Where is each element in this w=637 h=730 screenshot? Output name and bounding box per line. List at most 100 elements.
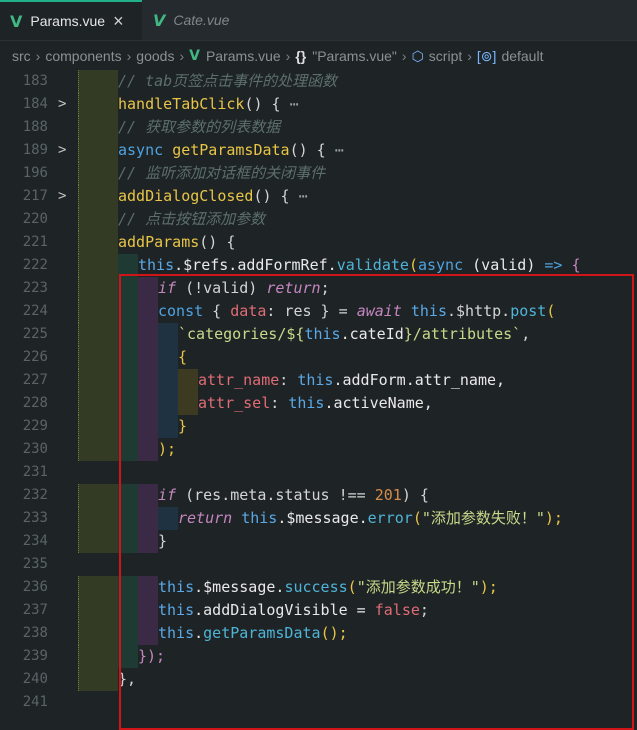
code-this: this: [304, 325, 341, 343]
breadcrumb-item-components[interactable]: components: [45, 48, 121, 64]
code-line: 232 if (res.meta.status !== 201) {: [0, 484, 637, 507]
code-keyword: async: [118, 141, 173, 159]
chevron-right-icon: ›: [401, 48, 407, 64]
code-text: .: [194, 624, 204, 642]
code-method: error: [367, 509, 413, 527]
code-function: getParamsData: [172, 141, 290, 159]
chevron-right-icon: ›: [285, 48, 291, 64]
code-text: ) {: [401, 486, 429, 504]
folded-indicator[interactable]: ⋯: [299, 187, 308, 205]
line-number: 231: [22, 464, 48, 480]
code-text: });: [138, 647, 166, 665]
code-this: this: [232, 509, 278, 527]
code-key: attr_name: [198, 371, 280, 389]
line-number: 188: [22, 119, 48, 135]
code-method: getParamsData: [203, 624, 321, 642]
breadcrumb-item-goods[interactable]: goods: [136, 48, 174, 64]
code-string: "添加参数成功！": [356, 578, 480, 596]
chevron-right-icon[interactable]: >: [58, 185, 66, 208]
tab-params-vue[interactable]: V Params.vue ×: [0, 0, 142, 40]
code-line: 237 this.addDialogVisible = false;: [0, 599, 637, 622]
code-text: .addDialogVisible =: [194, 601, 375, 619]
code-this: this: [158, 601, 195, 619]
folded-indicator[interactable]: ⋯: [335, 141, 344, 159]
line-number: 229: [22, 418, 48, 434]
code-text: {: [178, 348, 188, 366]
breadcrumb-item-default[interactable]: default: [501, 48, 543, 64]
code-line: 188 // 获取参数的列表数据: [0, 116, 637, 139]
code-line: 234 }: [0, 530, 637, 553]
code-text: () {: [244, 95, 290, 113]
tab-label: Params.vue: [30, 13, 106, 29]
code-text: );: [544, 509, 563, 527]
chevron-right-icon[interactable]: >: [58, 139, 66, 162]
line-number: 225: [22, 326, 48, 342]
line-number: 220: [22, 211, 48, 227]
code-text: (res.meta.status: [176, 486, 339, 504]
code-method: success: [284, 578, 348, 596]
line-number: 236: [22, 579, 48, 595]
code-text: ();: [320, 624, 348, 642]
vue-file-icon: V: [153, 10, 166, 30]
code-function: handleTabClick: [118, 95, 245, 113]
code-this: this: [297, 371, 334, 389]
chevron-right-icon: ›: [179, 48, 185, 64]
code-this: this: [158, 578, 195, 596]
code-operator: !==: [338, 486, 366, 504]
code-line: 235: [0, 553, 637, 576]
code-method: post: [510, 302, 547, 320]
breadcrumb-item-src[interactable]: src: [12, 48, 31, 64]
code-text: .addForm.attr_name,: [333, 371, 506, 389]
code-this: this: [138, 256, 175, 274]
code-text: .$message.: [277, 509, 368, 527]
line-number: 189: [22, 142, 48, 158]
folded-indicator[interactable]: ⋯: [290, 95, 299, 113]
line-number: 241: [22, 694, 48, 710]
breadcrumb: src › components › goods › V Params.vue …: [0, 42, 637, 70]
code-string: "添加参数失败！": [421, 509, 545, 527]
code-text: {: [562, 256, 581, 274]
code-keyword: const: [158, 302, 204, 320]
line-number: 240: [22, 671, 48, 687]
code-text: (: [408, 256, 418, 274]
breadcrumb-item-script[interactable]: script: [429, 48, 462, 64]
close-icon[interactable]: ×: [113, 11, 124, 32]
code-line: 231: [0, 461, 637, 484]
breadcrumb-item-component[interactable]: "Params.vue": [312, 48, 397, 64]
code-line: 221 addParams() {: [0, 231, 637, 254]
chevron-right-icon[interactable]: >: [58, 93, 66, 116]
code-text: {: [203, 302, 231, 320]
code-line: 183 // tab页签点击事件的处理函数: [0, 70, 637, 93]
code-text: (: [546, 302, 556, 320]
line-number: 227: [22, 372, 48, 388]
breadcrumb-item-file[interactable]: Params.vue: [206, 48, 281, 64]
line-number: 239: [22, 648, 48, 664]
code-comment: // 点击按钮添加参数: [118, 210, 266, 228]
code-text: (: [347, 578, 357, 596]
line-number: 228: [22, 395, 48, 411]
cube-icon: ⬡: [411, 47, 424, 64]
code-keyword: if: [158, 486, 177, 504]
code-text: .cateId: [340, 325, 404, 343]
line-number: 184: [22, 96, 48, 112]
tab-cate-vue[interactable]: V Cate.vue: [143, 0, 283, 40]
chevron-right-icon: ›: [126, 48, 132, 64]
code-text: .$refs.addFormRef.: [174, 256, 337, 274]
code-function: addParams: [118, 233, 200, 251]
vue-file-icon: V: [189, 48, 200, 64]
line-number: 232: [22, 487, 48, 503]
line-number: 196: [22, 165, 48, 181]
code-string: }/attributes`: [403, 325, 522, 343]
code-line: 222 this.$refs.addFormRef.validate(async…: [0, 254, 637, 277]
line-number: 230: [22, 441, 48, 457]
code-this: this: [288, 394, 325, 412]
braces-icon: {}: [295, 48, 307, 64]
code-text: :: [270, 394, 289, 412]
code-text: () {: [253, 187, 299, 205]
code-line: 239 });: [0, 645, 637, 668]
code-keyword: =>: [544, 256, 563, 274]
code-text: ,: [521, 325, 531, 343]
code-comment: // tab页签点击事件的处理函数: [118, 72, 338, 90]
code-line: 228 attr_sel: this.activeName,: [0, 392, 637, 415]
code-editor[interactable]: 183 // tab页签点击事件的处理函数 184 > handleTabCli…: [0, 70, 637, 730]
